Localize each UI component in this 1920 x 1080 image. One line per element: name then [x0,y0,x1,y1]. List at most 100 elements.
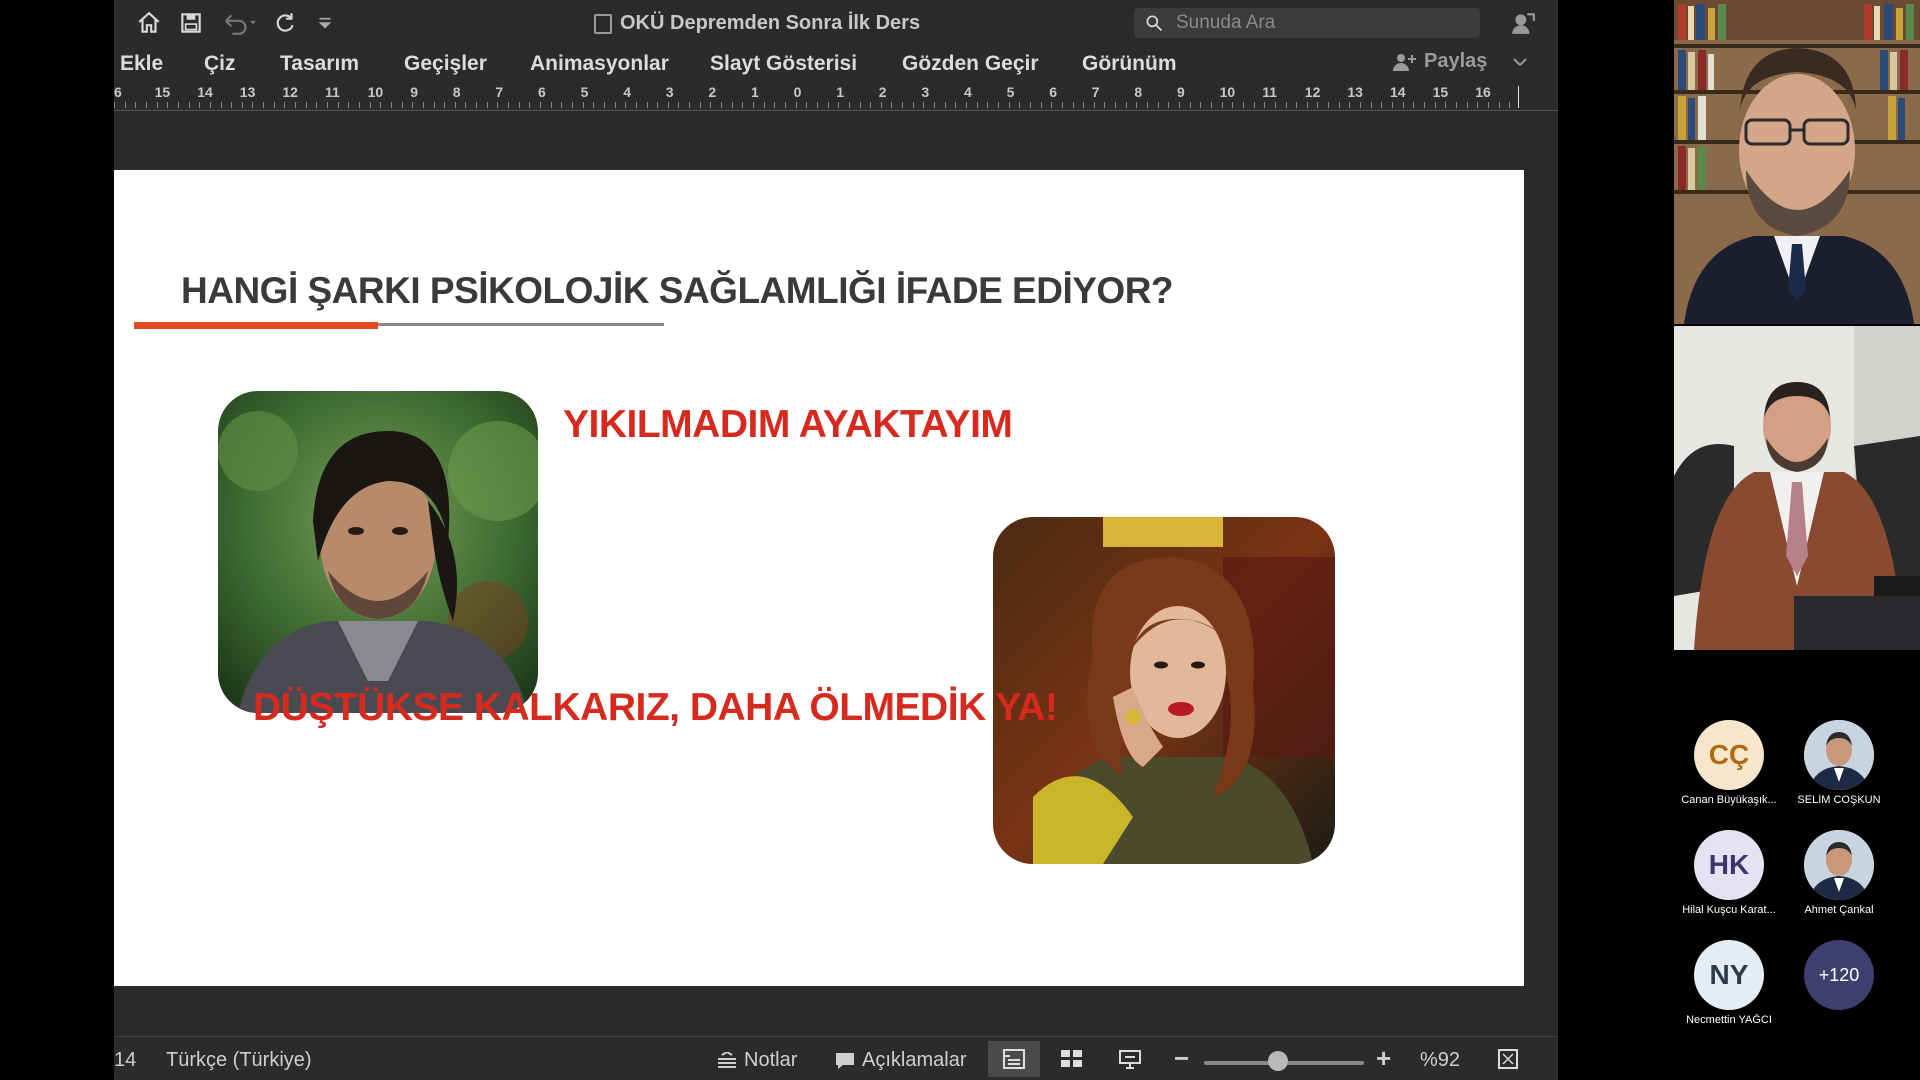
redo-icon[interactable] [270,8,300,38]
ruler-tick [145,102,147,108]
ruler-tick [721,102,723,108]
video-tile-participant[interactable] [1674,326,1920,650]
participant-tile[interactable]: CÇ Canan Büyükaşık... [1674,720,1784,806]
ruler-tick [774,102,776,108]
notes-button[interactable]: Notlar [716,1049,797,1072]
ruler-cursor [1518,86,1519,108]
participant-name: Necmettin YAĞCI [1686,1014,1772,1026]
ruler-tick [1264,102,1266,108]
status-bar: 14 Türkçe (Türkiye) Notlar Açıklamalar −… [114,1036,1558,1080]
tab-slayt-gosterisi[interactable]: Slayt Gösterisi [710,52,857,76]
ruler-tick [327,102,328,108]
ruler-tick [1498,102,1500,108]
search-box[interactable] [1134,8,1480,38]
ruler-tick [1210,102,1212,108]
participant-tile[interactable]: Ahmet Çankal [1784,830,1894,916]
tab-animasyonlar[interactable]: Animasyonlar [530,52,669,76]
ruler-number: 3 [665,84,674,100]
ruler-tick [1093,102,1095,108]
undo-icon[interactable] [218,8,262,38]
ruler-number: 9 [410,84,418,100]
normal-view-button[interactable] [988,1041,1040,1077]
ruler-tick [1423,102,1425,108]
comments-button[interactable]: Açıklamalar [834,1049,966,1072]
language-indicator[interactable]: Türkçe (Türkiye) [166,1049,312,1072]
notes-icon [718,1051,736,1068]
ruler-tick [1072,102,1074,108]
home-icon[interactable] [134,8,164,38]
ruler-tick [252,102,254,108]
slide[interactable]: HANGİ ŞARKI PSİKOLOJİK SAĞLAMLIĞI İFADE … [114,170,1524,986]
tab-tasarim[interactable]: Tasarım [280,52,359,76]
participant-tile[interactable]: NY Necmettin YAĞCI [1674,940,1784,1026]
presenter-view-button[interactable] [1104,1041,1156,1077]
ruler-tick [870,102,872,108]
ruler-tick [1125,102,1127,108]
ruler-number: 12 [282,84,298,100]
ruler-tick [529,102,531,108]
zoom-slider-thumb[interactable] [1267,1051,1288,1071]
slide-number: 14 [114,1049,137,1071]
ruler-tick [1019,102,1021,108]
tab-gorunum[interactable]: Görünüm [1082,52,1177,76]
ruler-tick [699,102,701,108]
presentation-icon [1119,1050,1141,1069]
participant-tile[interactable]: +120 [1784,940,1894,1010]
ruler-tick [1083,102,1085,108]
ruler-tick [177,102,179,108]
tab-ekle[interactable]: Ekle [120,52,163,76]
ruler-tick [337,102,339,108]
ruler-number: 1 [836,84,844,100]
ruler-number: 15 [154,84,171,100]
ruler-number: 5 [1006,84,1015,100]
tab-ciz[interactable]: Çiz [204,52,236,76]
ruler-tick [124,102,126,108]
participant-tile[interactable]: SELİM COŞKUN [1784,720,1894,806]
ruler-tick [635,102,637,108]
ruler-tick [1455,102,1457,108]
ruler-tick [369,102,371,108]
ruler-tick [241,102,243,108]
title-bar: OKÜ Depremden Sonra İlk Ders [114,0,1558,46]
zoom-out-icon[interactable]: − [1174,1043,1189,1074]
ruler-tick [1104,102,1106,108]
singer-photo-male[interactable] [218,391,538,713]
ruler-tick [912,102,914,108]
ruler-tick [1487,102,1489,108]
fit-to-window-button[interactable] [1488,1041,1528,1077]
title-underline [378,323,664,326]
ruler-tick [1253,102,1255,108]
account-icon[interactable] [1508,8,1538,38]
ruler-tick [816,102,818,108]
ruler-tick [593,102,595,108]
ruler-tick [1040,102,1042,108]
comment-icon [836,1052,854,1069]
search-input[interactable] [1174,11,1458,35]
ruler-tick [167,102,169,108]
ruler-tick [1274,102,1276,108]
slide-sorter-button[interactable] [1046,1041,1098,1077]
customize-toolbar-icon[interactable] [310,8,340,38]
ruler-tick [902,102,904,108]
ruler-tick [199,102,201,108]
zoom-level[interactable]: %92 [1420,1049,1460,1072]
chevron-down-icon[interactable] [1511,53,1529,71]
ruler-tick [1285,102,1287,108]
ruler-tick [582,102,584,108]
ruler-number: 10 [1219,84,1236,100]
save-icon[interactable] [176,8,206,38]
tab-gecisler[interactable]: Geçişler [404,52,487,76]
participant-tile[interactable]: HK Hilal Kuşcu Karat... [1674,830,1784,916]
zoom-in-icon[interactable]: + [1376,1043,1391,1074]
ruler-tick [753,102,754,108]
ruler-number: 2 [878,84,887,100]
ruler-tick [657,102,659,108]
tab-gozden-gecir[interactable]: Gözden Geçir [902,52,1039,76]
ruler-tick [1338,102,1340,108]
share-button[interactable]: Paylaş [1392,50,1529,73]
ruler-tick [561,102,563,108]
video-tile-speaker[interactable] [1674,0,1920,324]
ruler-number: 10 [367,84,384,100]
participant-photo [1804,830,1874,900]
ruler-tick [1328,102,1330,108]
